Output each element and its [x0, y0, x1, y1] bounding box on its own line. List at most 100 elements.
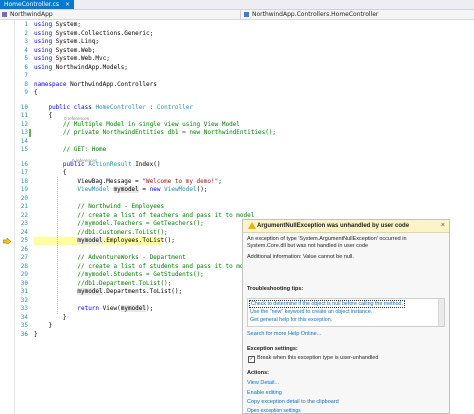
code-text[interactable]: namespace NorthwindApp.Controllers: [34, 81, 157, 89]
code-text[interactable]: using NorthwindApp.Models;: [34, 64, 128, 72]
code-line[interactable]: 18 ViewBag.Message = "Welcome to my demo…: [0, 178, 474, 186]
close-icon[interactable]: ×: [65, 0, 70, 9]
search-help-online-link[interactable]: Search for more Help Online...: [247, 331, 321, 337]
code-line[interactable]: 1 using System;: [0, 21, 474, 29]
line-number: 2: [24, 29, 28, 37]
line-number: 26: [20, 245, 28, 253]
tips-scrollbar[interactable]: [438, 299, 444, 326]
code-line[interactable]: 7: [0, 72, 474, 80]
line-number: 13: [20, 129, 28, 136]
line-number: 33: [20, 305, 28, 312]
tip-link[interactable]: Check to determine if the object is null…: [249, 300, 405, 308]
line-number: 3: [24, 38, 28, 45]
exception-title: ArgumentNullException was unhandled by u…: [257, 223, 410, 229]
copy-exception-detail-link[interactable]: Copy exception detail to the clipboard: [247, 399, 339, 405]
code-text[interactable]: // create a list of students and pass it…: [34, 263, 254, 271]
code-line[interactable]: 19 ViewModel mymodel = new ViewModel();: [0, 186, 474, 194]
code-text[interactable]: ViewBag.Message = "Welcome to my demo!";: [34, 178, 222, 186]
code-text[interactable]: using System.Collections.Generic;: [34, 30, 153, 38]
line-number: 22: [20, 211, 28, 219]
code-text[interactable]: //db1.Department.ToList();: [34, 280, 171, 288]
exception-header: ArgumentNullException was unhandled by u…: [243, 220, 449, 233]
code-line[interactable]: 5 using System.Web.Mvc;: [0, 55, 474, 63]
line-number: 35: [20, 322, 28, 329]
code-text[interactable]: using System.Web;: [34, 47, 95, 55]
line-number: 14: [20, 137, 28, 145]
additional-information: Additional information: Value cannot be …: [247, 254, 354, 260]
code-text[interactable]: }: [34, 331, 38, 339]
break-checkbox[interactable]: ✓: [248, 356, 255, 363]
code-line[interactable]: 10 public class HomeController : Control…: [0, 104, 474, 112]
code-text[interactable]: }: [34, 314, 67, 322]
code-text[interactable]: using System.Web.Mvc;: [34, 55, 110, 63]
code-text[interactable]: // Northwind - Employees: [34, 203, 164, 211]
view-detail-link[interactable]: View Detail...: [247, 380, 279, 386]
line-number: 34: [20, 313, 28, 321]
code-text[interactable]: ViewModel mymodel = new ViewModel();: [34, 186, 207, 194]
line-number: 18: [20, 177, 28, 185]
code-text[interactable]: //mymodel.Teachers = GetTeachers();: [34, 220, 203, 228]
exception-settings-heading: Exception settings:: [247, 346, 298, 352]
code-text[interactable]: // Multiple Model in single view using V…: [34, 121, 240, 129]
code-line[interactable]: 6 using NorthwindApp.Models;: [0, 64, 474, 72]
navigation-bar: NorthwindApp NorthwindApp.Controllers.Ho…: [0, 10, 474, 20]
code-line[interactable]: 21 // Northwind - Employees: [0, 203, 474, 211]
code-text[interactable]: public ActionResult Index(): [34, 161, 161, 169]
enable-editing-link[interactable]: Enable editing: [247, 390, 282, 396]
code-text[interactable]: using System;: [34, 21, 81, 29]
code-text[interactable]: return View(mymodel);: [34, 305, 153, 313]
code-text[interactable]: // private NorthwindEntities db1 = new N…: [34, 129, 276, 137]
indent-guide: [57, 177, 58, 314]
code-line[interactable]: 4 using System.Web;: [0, 47, 474, 55]
code-text[interactable]: mymodel.Employees.ToList();: [34, 237, 175, 245]
execution-pointer-icon: [3, 238, 11, 244]
code-line[interactable]: 3 using System.Linq;: [0, 38, 474, 46]
open-exception-settings-link[interactable]: Open exception settings: [247, 408, 301, 414]
line-number: 36: [20, 330, 28, 338]
type-label: NorthwindApp.Controllers.HomeController: [252, 11, 379, 18]
change-tracking-bar: [29, 129, 31, 137]
line-number: 12: [20, 120, 28, 128]
code-text[interactable]: //db1.Customers.ToList();: [34, 229, 167, 237]
project-dropdown[interactable]: NorthwindApp: [0, 10, 241, 19]
code-text[interactable]: }: [34, 322, 52, 330]
line-number: 6: [24, 63, 28, 71]
line-number: 27: [20, 254, 28, 261]
code-line[interactable]: 20: [0, 195, 474, 203]
close-icon[interactable]: ×: [441, 220, 445, 232]
line-number: 10: [20, 103, 28, 111]
code-line[interactable]: 2 using System.Collections.Generic;: [0, 30, 474, 38]
code-line[interactable]: 12 // Multiple Model in single view usin…: [0, 121, 474, 129]
code-text[interactable]: {: [34, 169, 67, 177]
break-checkbox-label: Break when this exception type is user-u…: [257, 355, 379, 361]
tab-homecontroller[interactable]: HomeController.cs ×: [0, 0, 75, 9]
actions-heading: Actions:: [247, 370, 269, 376]
tip-link[interactable]: Get general help for this exception.: [250, 317, 332, 323]
code-text[interactable]: // create a list of teachers and pass it…: [34, 212, 254, 220]
line-number: 28: [20, 262, 28, 270]
troubleshooting-tips-list[interactable]: Check to determine if the object is null…: [247, 298, 445, 327]
code-line[interactable]: 14: [0, 138, 474, 146]
code-line[interactable]: 9{: [0, 89, 474, 97]
code-text[interactable]: //mymodel.Students = GetStudents();: [34, 271, 203, 279]
code-line[interactable]: 15 // GET: Home: [0, 146, 474, 154]
code-text[interactable]: public class HomeController : Controller: [34, 104, 193, 112]
code-line[interactable]: 8 namespace NorthwindApp.Controllers: [0, 81, 474, 89]
code-text[interactable]: using System.Linq;: [34, 38, 99, 46]
line-number: 21: [20, 203, 28, 210]
codelens-method-references[interactable]: 0 references: [72, 158, 97, 163]
codelens-class-references[interactable]: 0 references: [64, 116, 89, 121]
line-number: 11: [20, 112, 28, 119]
code-line[interactable]: 13 // private NorthwindEntities db1 = ne…: [0, 129, 474, 137]
code-text[interactable]: {: [34, 89, 38, 97]
line-number: 1: [24, 21, 28, 28]
code-text[interactable]: {: [34, 112, 52, 120]
code-text[interactable]: // GET: Home: [34, 146, 106, 154]
tip-link[interactable]: Use the "new" keyword to create an objec…: [250, 309, 372, 315]
line-number: 7: [24, 72, 28, 79]
line-number: 4: [24, 46, 28, 54]
line-number: 15: [20, 146, 28, 153]
line-number: 23: [20, 220, 28, 227]
code-line[interactable]: 17 {: [0, 169, 474, 177]
type-dropdown[interactable]: NorthwindApp.Controllers.HomeController: [242, 10, 474, 19]
